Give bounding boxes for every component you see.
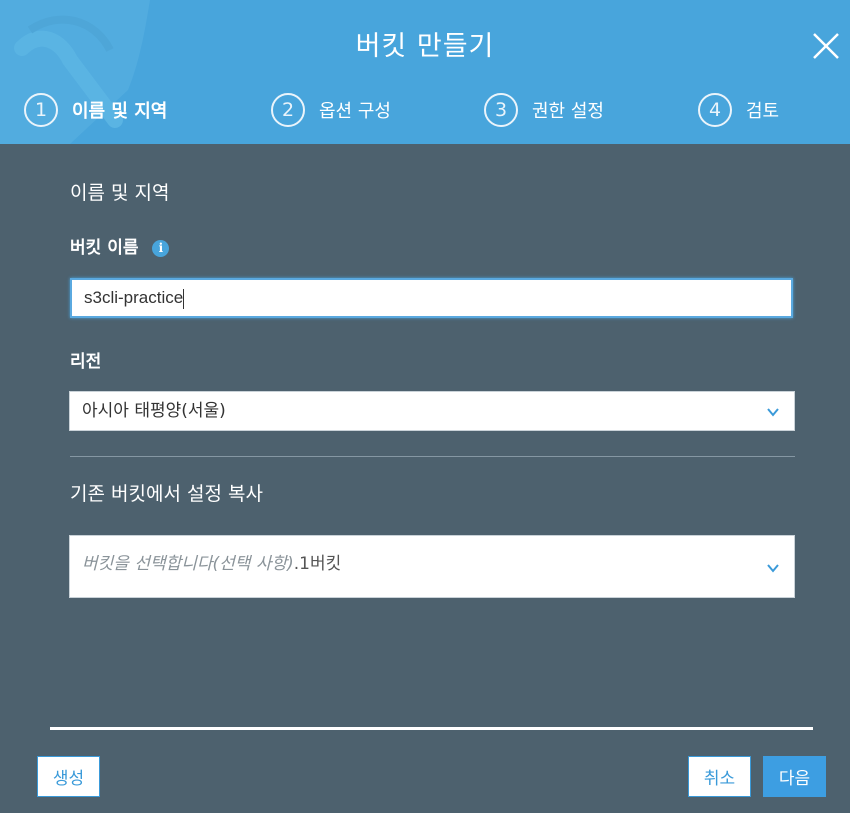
bucket-name-label-row: 버킷 이름 i: [70, 233, 170, 258]
copy-bucket-placeholder: 버킷을 선택합니다(선택 사항): [82, 554, 294, 574]
cancel-button[interactable]: 취소: [688, 756, 751, 797]
step-number: 3: [484, 93, 518, 127]
step-label: 이름 및 지역: [72, 101, 168, 122]
close-icon[interactable]: [810, 30, 842, 62]
region-value: 아시아 태평양(서울): [82, 401, 226, 421]
step-name-region[interactable]: 1 이름 및 지역: [24, 93, 167, 127]
create-button[interactable]: 생성: [37, 756, 100, 797]
bucket-name-value: s3cli-practice: [84, 288, 184, 307]
copy-bucket-select[interactable]: 버킷을 선택합니다(선택 사항).1버킷: [69, 535, 795, 598]
section-title: 이름 및 지역: [70, 182, 170, 204]
footer-divider: [50, 727, 813, 730]
bucket-count: .1버킷: [293, 554, 342, 574]
step-label: 옵션 구성: [319, 101, 391, 122]
text-caret: [183, 288, 185, 309]
chevron-down-icon: [767, 564, 779, 573]
bucket-name-input[interactable]: s3cli-practice: [70, 278, 793, 318]
step-label: 권한 설정: [532, 101, 604, 122]
step-options[interactable]: 2 옵션 구성: [271, 93, 391, 127]
bucket-name-label: 버킷 이름: [70, 238, 139, 258]
step-number: 4: [698, 93, 732, 127]
step-review[interactable]: 4 검토: [698, 93, 779, 127]
region-label: 리전: [70, 352, 102, 372]
region-select[interactable]: 아시아 태평양(서울): [69, 391, 795, 431]
copy-settings-title: 기존 버킷에서 설정 복사: [70, 483, 263, 505]
dialog-title: 버킷 만들기: [355, 31, 495, 62]
info-icon[interactable]: i: [152, 239, 170, 257]
step-permissions[interactable]: 3 권한 설정: [484, 93, 604, 127]
step-label: 검토: [746, 101, 780, 122]
dialog-header: 버킷 만들기 1 이름 및 지역 2 옵션 구성 3 권한 설정 4 검토: [0, 0, 850, 144]
step-number: 1: [24, 93, 58, 127]
section-divider: [70, 456, 795, 457]
next-button[interactable]: 다음: [763, 756, 826, 797]
step-number: 2: [271, 93, 305, 127]
chevron-down-icon: [767, 408, 779, 417]
